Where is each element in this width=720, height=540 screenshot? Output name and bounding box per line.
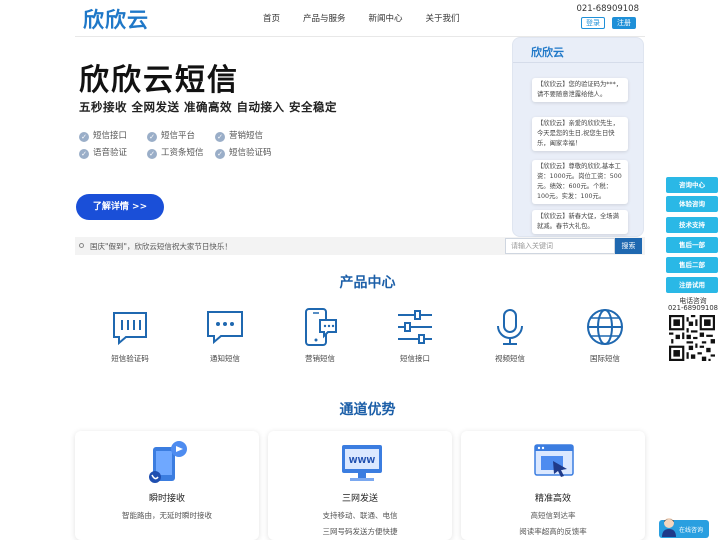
advantage-card: WWW 三网发送 支持移动、联通、电信 三网号码发送方便快捷: [268, 431, 452, 540]
sidebar-consult-center[interactable]: 咨询中心: [666, 177, 718, 193]
advantage-title: 三网发送: [341, 494, 378, 504]
sidebar-tech-support[interactable]: 技术支持: [666, 217, 718, 233]
sidebar-aftersales-1[interactable]: 售后一部: [666, 237, 718, 253]
product-label: 短信验证码: [111, 354, 149, 363]
hero-title: 欣欣云短信: [79, 63, 239, 98]
sliders-icon: [398, 310, 432, 344]
www-monitor-icon: WWW: [342, 445, 382, 481]
advantage-title: 瞬时接收: [148, 494, 185, 504]
globe-icon: [587, 309, 623, 345]
register-button[interactable]: 注册: [612, 17, 636, 29]
svg-text:WWW: WWW: [349, 456, 376, 465]
feature-item: ✓ 营销短信: [215, 129, 263, 142]
advantage-card: 瞬时接收 智能路由，无延时瞬时接收: [75, 431, 259, 540]
target-screen-icon: [534, 444, 574, 477]
sms-message: 【欣欣云】新春大促，全场满就减。春节大礼包。: [532, 210, 628, 234]
phone-send-icon: [149, 441, 187, 483]
product-label: 国际短信: [590, 354, 620, 363]
learn-more-button[interactable]: 了解详情 >>: [76, 194, 164, 220]
product-marketing-sms[interactable]: 营销短信: [290, 307, 350, 363]
advantage-desc: 三网号码发送方便快捷: [322, 527, 398, 536]
feature-item: ✓ 语音验证: [79, 146, 127, 159]
sms-code-icon: [113, 312, 147, 346]
product-intl-sms[interactable]: 国际短信: [575, 307, 635, 363]
advantage-desc: 智能路由，无延时瞬时接收: [122, 511, 212, 520]
advantage-desc: 高短信到达率: [530, 511, 576, 520]
feature-item: ✓ 短信平台: [147, 129, 195, 142]
search-button[interactable]: 搜索: [615, 238, 642, 254]
nav-item-home[interactable]: 首页: [263, 12, 280, 24]
advantage-title: 精准高效: [534, 494, 571, 504]
site-logo[interactable]: 欣欣云: [83, 4, 149, 34]
search-input[interactable]: 请输入关键词: [505, 238, 615, 254]
product-notify-sms[interactable]: 通知短信: [195, 307, 255, 363]
chat-bubble-icon: [207, 311, 243, 345]
check-icon: ✓: [79, 149, 89, 159]
online-consult-label: 在线咨询: [679, 527, 704, 534]
site-header: 欣欣云 首页 产品与服务 新闻中心 关于我们 021-68909108 登录 注…: [75, 0, 645, 36]
advantage-desc: 支持移动、联通、电信: [322, 511, 398, 520]
product-sms-code[interactable]: 短信验证码: [100, 307, 160, 363]
main-nav: 首页 产品与服务 新闻中心 关于我们: [263, 12, 483, 24]
product-label: 视频短信: [495, 354, 525, 363]
check-icon: ✓: [215, 149, 225, 159]
sidebar-trial-consult[interactable]: 体验咨询: [666, 196, 718, 212]
mobile-chat-icon: [305, 308, 337, 346]
qr-code-icon: [669, 315, 715, 361]
notice-bar: 国庆"假到"，欣欣云短信祝大家节日快乐！ 请输入关键词 搜索: [75, 237, 645, 255]
feature-item: ✓ 短信接口: [79, 129, 127, 142]
check-icon: ✓: [147, 149, 157, 159]
sidebar-phone: 021-68909108: [667, 304, 719, 312]
product-video-sms[interactable]: 视频短信: [480, 307, 540, 363]
sidebar-register-trial[interactable]: 注册试用: [666, 277, 718, 293]
notice-text[interactable]: 国庆"假到"，欣欣云短信祝大家节日快乐！: [90, 241, 232, 252]
sms-message: 【欣欣云】亲爱的欣欣先生，今天是您的生日,祝您生日快乐，阖家幸福！: [532, 117, 628, 151]
check-icon: ✓: [147, 132, 157, 142]
feature-item: ✓ 工资条短信: [147, 146, 204, 159]
header-phone: 021-68909108: [576, 4, 639, 14]
agent-avatar-icon: [662, 518, 676, 537]
advantage-desc: 阅读率超高的反馈率: [519, 527, 587, 536]
nav-item-products[interactable]: 产品与服务: [303, 12, 346, 24]
product-label: 营销短信: [305, 354, 335, 363]
phone-divider: [513, 62, 643, 63]
login-button[interactable]: 登录: [581, 17, 605, 29]
sms-message: 【欣欣云】您的验证码为***，请不要随意泄露给他人。: [532, 78, 628, 102]
check-icon: ✓: [215, 132, 225, 142]
advantage-card: 精准高效 高短信到达率 阅读率超高的反馈率: [461, 431, 645, 540]
phone-mockup: 欣欣云 【欣欣云】您的验证码为***，请不要随意泄露给他人。 【欣欣云】亲爱的欣…: [512, 37, 644, 237]
notice-icon: [79, 243, 84, 248]
feature-item: ✓ 短信验证码: [215, 146, 272, 159]
hero-subtitle: 五秒接收 全网发送 准确高效 自动接入 安全稳定: [79, 100, 338, 114]
check-icon: ✓: [79, 132, 89, 142]
microphone-icon: [497, 309, 523, 345]
sms-message: 【欣欣云】尊敬的欣欣,基本工资：1000元。岗位工资：500元。绩效：600元。…: [532, 160, 628, 204]
nav-item-about[interactable]: 关于我们: [426, 12, 460, 24]
product-label: 通知短信: [210, 354, 240, 363]
product-sms-api[interactable]: 短信接口: [385, 307, 445, 363]
products-title: 产品中心: [339, 275, 396, 291]
phone-logo: 欣欣云: [531, 46, 564, 59]
online-consult-button[interactable]: 在线咨询: [659, 518, 709, 538]
sidebar-aftersales-2[interactable]: 售后二部: [666, 257, 718, 273]
advantages-title: 通道优势: [339, 402, 396, 418]
nav-item-news[interactable]: 新闻中心: [369, 12, 403, 24]
product-label: 短信接口: [400, 354, 430, 363]
